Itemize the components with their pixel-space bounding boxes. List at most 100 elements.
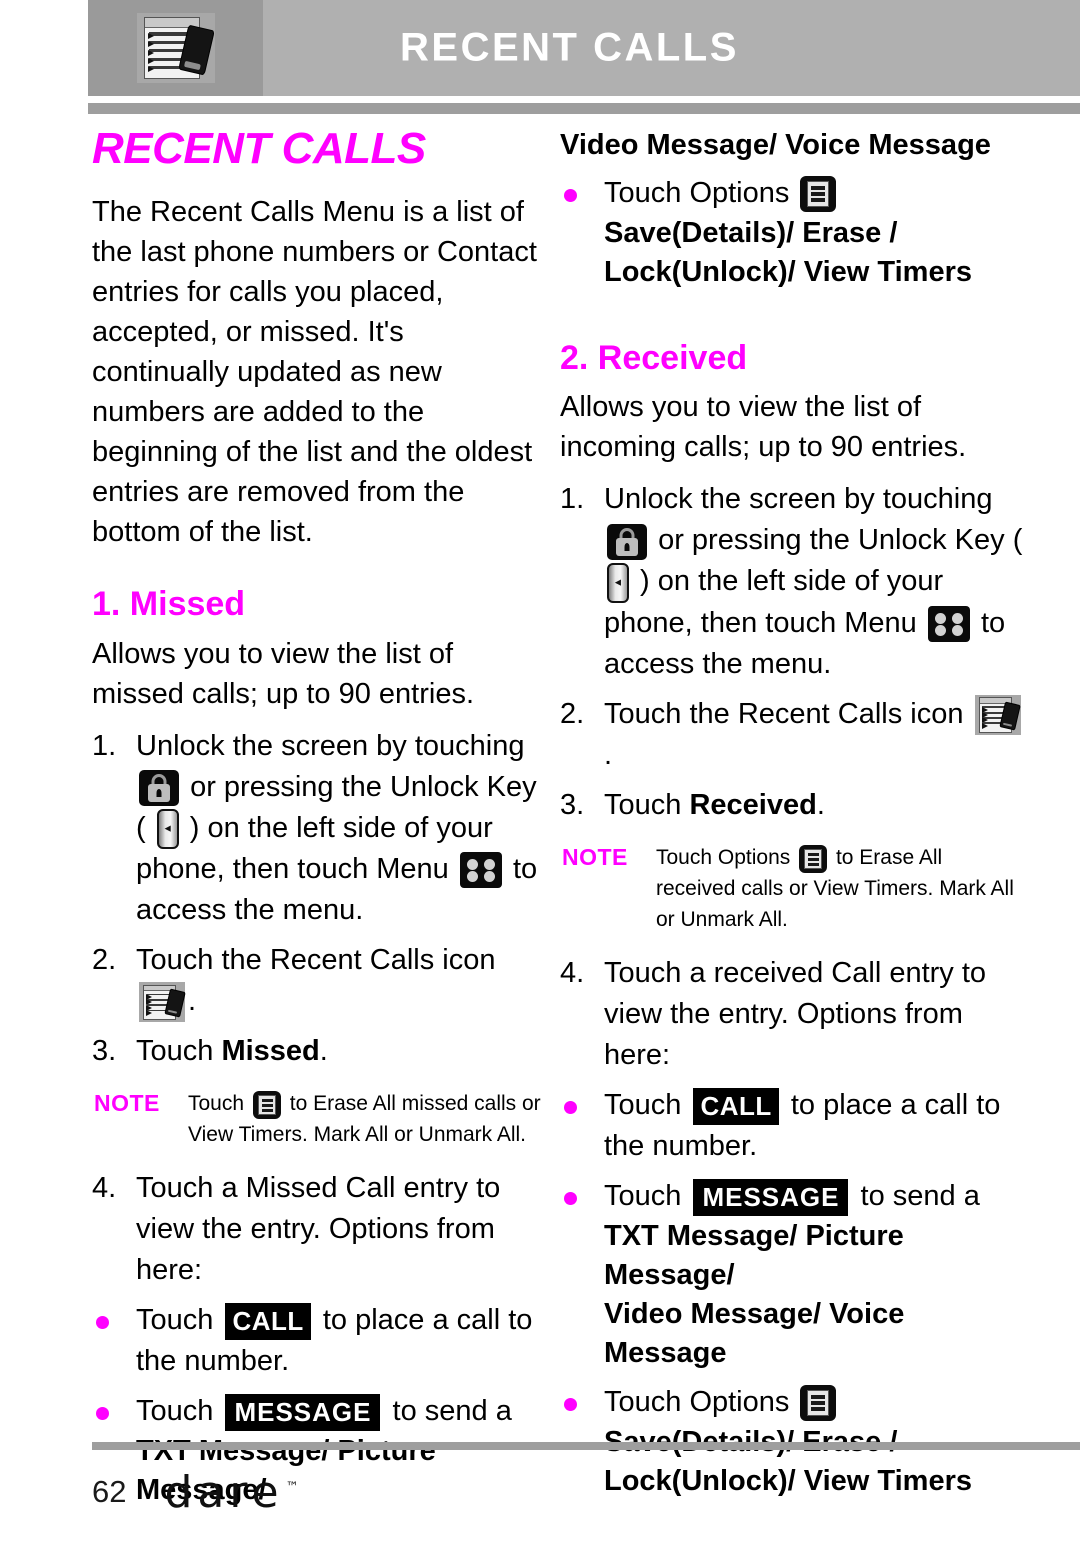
step-number: 1. — [560, 483, 585, 516]
unlock-key-icon: ◂ — [156, 808, 179, 849]
brand-name: Dare — [164, 1466, 284, 1518]
step-text-c: ( — [136, 811, 154, 844]
bullet-item: Touch Options Save(Details)/ Erase / Loc… — [560, 173, 1030, 292]
bullet-dot — [564, 189, 577, 202]
step-text-a: Touch — [136, 1035, 222, 1068]
bullet-text-pre: Touch Options — [604, 177, 790, 209]
header-icon-tile — [88, 0, 263, 96]
step-text-c: ( — [1012, 524, 1023, 557]
step-text-a: Touch the Recent Calls icon — [136, 943, 496, 976]
note-label: NOTE — [94, 1090, 160, 1117]
step-text-b: . — [604, 739, 613, 772]
bullet-text-pre: Touch — [604, 1089, 682, 1122]
step-text-d: ) on the left side of your phone, then t… — [136, 811, 493, 885]
step-item: 1. Unlock the screen by touching or pres… — [560, 479, 1030, 684]
step-number: 2. — [560, 697, 585, 730]
step-item: 4. Touch a received Call entry to view t… — [560, 953, 1030, 1076]
step-text-a: Unlock the screen by touching — [604, 483, 993, 516]
note-text-post: to Erase All — [835, 846, 943, 870]
step-text-b: or pressing the Unlock Key — [190, 770, 537, 803]
step-number: 1. — [92, 729, 117, 762]
step-item: 2. Touch the Recent Calls icon . — [560, 694, 1030, 776]
step-text-a: Touch the Recent Calls icon — [604, 697, 964, 730]
note-text-pre: Touch Options — [656, 846, 791, 870]
step-text: Touch a Missed Call entry to view the en… — [136, 1172, 501, 1287]
recent-calls-icon — [139, 982, 186, 1023]
bullet-bold-line-2: Lock(Unlock)/ View Timers — [604, 256, 972, 288]
recent-calls-icon — [136, 13, 215, 83]
step-text: Touch a received Call entry to view the … — [604, 957, 987, 1072]
step-number: 4. — [560, 957, 585, 990]
continued-bold-line: Video Message/ Voice Message — [560, 129, 991, 161]
step-number: 3. — [560, 789, 585, 822]
step-text-d: ) on the left side of your phone, then t… — [604, 565, 944, 639]
options-list-icon — [252, 1090, 281, 1119]
bullet-text-pre: Touch Options — [604, 1386, 790, 1419]
received-options-bullets: Touch CALL to place a call to the number… — [560, 1085, 1030, 1501]
received-steps-list: 1. Unlock the screen by touching or pres… — [560, 479, 1030, 826]
note-line-2: View Timers. Mark All or Unmark All. — [188, 1123, 527, 1147]
options-list-icon — [799, 844, 828, 873]
received-description: Allows you to view the list of incoming … — [560, 391, 967, 464]
note-label: NOTE — [562, 844, 628, 871]
message-badge[interactable]: MESSAGE — [225, 1394, 381, 1432]
note-text-pre: Touch — [188, 1092, 245, 1116]
step-text-bold: Missed — [221, 1035, 320, 1068]
bullet-item: Touch CALL to place a call to the number… — [92, 1300, 544, 1382]
note-line-3: or Unmark All. — [656, 908, 788, 932]
chapter-heading: RECENT CALLS — [92, 124, 426, 173]
note-text-post: to Erase All missed calls or — [289, 1092, 541, 1116]
bullet-dot — [564, 1192, 577, 1206]
bullet-text-post: to send a — [392, 1395, 512, 1428]
step-number: 3. — [92, 1035, 117, 1068]
bullet-dot — [96, 1407, 109, 1421]
bullet-item: Touch MESSAGE to send a TXT Message/ Pic… — [560, 1176, 1030, 1373]
section-heading-missed: 1. Missed — [92, 585, 246, 624]
bullet-item: Touch CALL to place a call to the number… — [560, 1085, 1030, 1167]
bullet-text-pre: Touch — [136, 1395, 214, 1428]
options-list-icon — [800, 1385, 837, 1422]
call-badge[interactable]: CALL — [693, 1087, 779, 1125]
right-column: Video Message/ Voice Message Touch Optio… — [560, 126, 1030, 1510]
page-number: 62 — [92, 1474, 127, 1509]
options-list-icon — [800, 176, 837, 213]
note-received: NOTE Touch Options to Erase All received… — [560, 842, 1030, 935]
menu-grid-icon — [927, 606, 970, 643]
continued-options-bullet: Touch Options Save(Details)/ Erase / Loc… — [560, 173, 1030, 292]
page-footer: 62 Dare ™ — [92, 1462, 1080, 1522]
unlock-key-icon: ◂ — [607, 562, 629, 603]
bullet-dot — [96, 1316, 109, 1330]
message-badge[interactable]: MESSAGE — [693, 1178, 849, 1216]
bullet-dot — [564, 1398, 577, 1412]
bullet-dot — [564, 1101, 577, 1115]
trademark-symbol: ™ — [285, 1479, 299, 1495]
note-line-1: Touch to Erase All missed calls or — [188, 1088, 544, 1119]
intro-paragraph: The Recent Calls Menu is a list of the l… — [92, 196, 537, 549]
bullet-bold-line-1: TXT Message/ Picture Message/ — [604, 1220, 904, 1292]
page-header-band: RECENT CALLS — [88, 0, 1080, 96]
step-text-bold: Received — [689, 789, 817, 822]
step-item: 3. Touch Missed. — [92, 1031, 544, 1072]
call-badge[interactable]: CALL — [225, 1303, 311, 1341]
step-item: 2. Touch the Recent Calls icon . — [92, 940, 544, 1023]
brand-logo: Dare ™ — [164, 1467, 298, 1518]
step-text-b: or pressing the Unlock Key — [658, 524, 1005, 557]
step-text-b: . — [816, 789, 825, 822]
recent-calls-icon — [974, 695, 1021, 736]
step-item: 3. Touch Received. — [560, 785, 1030, 826]
section-heading-received: 2. Received — [560, 339, 748, 377]
step-number: 4. — [92, 1172, 117, 1205]
step-text-a: Touch — [604, 789, 690, 822]
step-text-b: . — [319, 1035, 328, 1068]
step-text-a: Unlock the screen by touching — [136, 729, 525, 762]
lock-icon — [139, 769, 179, 806]
bullet-bold-line-1: Save(Details)/ Erase / — [604, 217, 898, 249]
step-item: 4. Touch a Missed Call entry to view the… — [92, 1168, 544, 1291]
bullet-bold-line-2: Video Message/ Voice Message — [604, 1298, 905, 1370]
footer-divider — [92, 1442, 1080, 1450]
left-column: RECENT CALLS The Recent Calls Menu is a … — [92, 124, 544, 1519]
page-title: RECENT CALLS — [400, 25, 739, 70]
note-line-1: Touch Options to Erase All — [656, 842, 1030, 873]
missed-steps-list: 1. Unlock the screen by touching or pres… — [92, 726, 544, 1073]
lock-icon — [607, 523, 647, 560]
